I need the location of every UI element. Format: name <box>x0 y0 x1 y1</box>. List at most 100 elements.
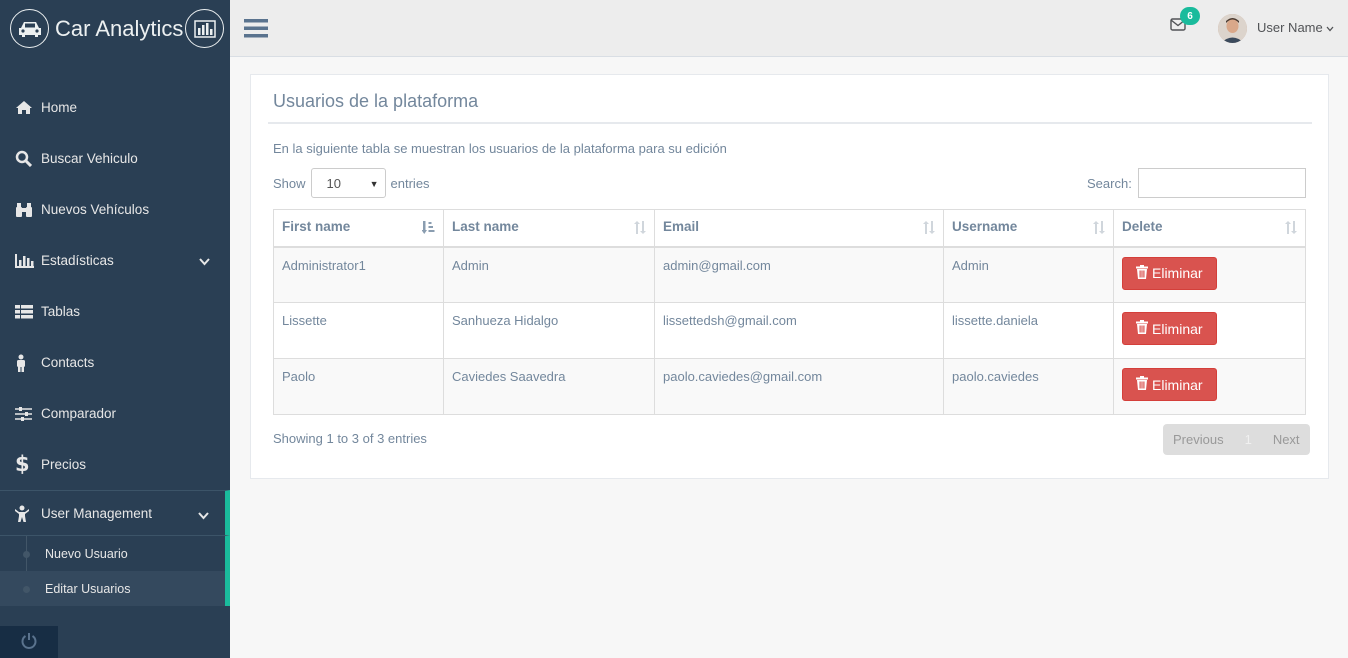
column-label: Username <box>952 219 1018 234</box>
submenu-item-label: Editar Usuarios <box>45 581 131 596</box>
top-nav: 6 User Name <box>230 0 1348 57</box>
cell-delete: Eliminar <box>1113 302 1306 359</box>
trash-icon <box>1136 376 1148 393</box>
cell-delete: Eliminar <box>1113 358 1306 415</box>
brand[interactable]: Car Analytics <box>0 0 230 57</box>
delete-button[interactable]: Eliminar <box>1122 312 1217 345</box>
page-length-control: Show 10 ▼ entries <box>273 168 430 198</box>
pagination: Previous 1 Next <box>1163 424 1310 455</box>
sidebar-item-nuevos-vehiculos[interactable]: Nuevos Vehículos <box>0 184 230 235</box>
users-panel: Usuarios de la plataforma En la siguient… <box>250 74 1329 479</box>
user-management-submenu: Nuevo Usuario Editar Usuarios <box>0 536 230 606</box>
submenu-item-editar-usuarios[interactable]: Editar Usuarios <box>0 571 225 606</box>
sidebar-item-home[interactable]: Home <box>0 82 230 133</box>
user-menu[interactable]: User Name <box>1257 20 1334 35</box>
sort-both-icon <box>634 221 646 237</box>
cell-first-name: Administrator1 <box>273 246 444 303</box>
sidebar-item-label: Home <box>41 100 78 115</box>
search-input[interactable] <box>1137 168 1306 198</box>
bar-chart-icon <box>185 9 225 48</box>
sidebar-item-tablas[interactable]: Tablas <box>0 286 230 337</box>
sidebar: Car Analytics Home Buscar Vehiculo Nuevo… <box>0 0 230 658</box>
logout-button[interactable] <box>0 626 58 658</box>
column-label: Last name <box>452 219 519 234</box>
cell-username: lissette.daniela <box>943 302 1114 359</box>
sidebar-item-buscar-vehiculo[interactable]: Buscar Vehiculo <box>0 133 230 184</box>
column-label: Email <box>663 219 700 234</box>
trash-icon <box>1136 320 1148 337</box>
cell-email: admin@gmail.com <box>654 246 944 303</box>
chevron-down-icon <box>1326 20 1334 35</box>
sort-both-icon <box>1093 221 1105 237</box>
chevron-down-icon <box>198 508 209 523</box>
page-length-select[interactable]: 10 ▼ <box>310 168 386 198</box>
child-icon <box>15 505 35 522</box>
sidebar-item-label: Nuevos Vehículos <box>41 202 150 217</box>
divider <box>268 122 1312 124</box>
sidebar-item-label: Comparador <box>41 406 117 421</box>
submenu-item-label: Nuevo Usuario <box>45 546 128 561</box>
cell-email: lissettedsh@gmail.com <box>654 302 944 359</box>
trash-icon <box>1136 264 1148 282</box>
power-icon <box>20 632 38 653</box>
sidebar-item-contacts[interactable]: Contacts <box>0 337 230 388</box>
sidebar-item-label: User Management <box>41 505 153 521</box>
table-row: Paolo Caviedes Saavedra paolo.caviedes@g… <box>273 358 1306 415</box>
bar-chart-icon <box>15 253 35 268</box>
sort-asc-icon <box>421 221 435 237</box>
delete-button[interactable]: Eliminar <box>1122 368 1217 401</box>
sidebar-item-label: Tablas <box>41 304 81 319</box>
table-header-row: First name Last name Email Username Dele… <box>273 209 1306 248</box>
dollar-icon: $ <box>15 452 30 476</box>
delete-button[interactable]: Eliminar <box>1122 256 1217 290</box>
previous-button[interactable]: Previous <box>1163 424 1234 455</box>
column-label: Delete <box>1122 219 1163 234</box>
page-1-button[interactable]: 1 <box>1234 424 1263 455</box>
next-button[interactable]: Next <box>1263 424 1310 455</box>
avatar[interactable] <box>1218 14 1247 43</box>
entries-label: entries <box>390 175 430 191</box>
bullet <box>23 551 30 558</box>
menu-toggle-icon[interactable] <box>244 18 268 41</box>
search-label: Search: <box>1087 175 1132 191</box>
car-icon <box>10 9 49 48</box>
sidebar-item-label: Estadísticas <box>41 253 114 268</box>
cell-email: paolo.caviedes@gmail.com <box>654 358 944 415</box>
sort-both-icon <box>923 221 935 237</box>
users-table: First name Last name Email Username Dele… <box>273 209 1306 415</box>
show-label: Show <box>273 175 306 191</box>
sidebar-item-precios[interactable]: $ Precios <box>0 439 230 490</box>
table-row: Lissette Sanhueza Hidalgo lissettedsh@gm… <box>273 302 1306 359</box>
column-header-last-name[interactable]: Last name <box>443 209 655 248</box>
column-header-email[interactable]: Email <box>654 209 944 248</box>
column-header-first-name[interactable]: First name <box>273 209 444 248</box>
sliders-icon <box>15 406 35 421</box>
column-header-delete[interactable]: Delete <box>1113 209 1306 248</box>
column-header-username[interactable]: Username <box>943 209 1114 248</box>
sidebar-item-comparador[interactable]: Comparador <box>0 388 230 439</box>
delete-label: Eliminar <box>1152 320 1203 337</box>
cell-username: paolo.caviedes <box>943 358 1114 415</box>
table-info: Showing 1 to 3 of 3 entries <box>273 431 427 446</box>
submenu-item-nuevo-usuario[interactable]: Nuevo Usuario <box>0 536 225 571</box>
cell-last-name: Admin <box>443 246 655 303</box>
sidebar-item-label: Buscar Vehiculo <box>41 151 138 166</box>
column-label: First name <box>282 219 351 234</box>
bullet <box>23 586 30 593</box>
brand-title: Car Analytics <box>55 15 184 41</box>
side-menu: Home Buscar Vehiculo Nuevos Vehículos Es… <box>0 82 230 606</box>
panel-title: Usuarios de la plataforma <box>273 91 479 111</box>
sidebar-item-user-management[interactable]: User Management <box>0 490 230 536</box>
cell-username: Admin <box>943 246 1114 303</box>
sort-both-icon <box>1285 221 1297 237</box>
cell-first-name: Paolo <box>273 358 444 415</box>
person-icon <box>15 354 35 372</box>
delete-label: Eliminar <box>1152 265 1203 281</box>
panel-description: En la siguiente tabla se muestran los us… <box>273 141 727 156</box>
binoculars-icon <box>15 202 35 218</box>
delete-label: Eliminar <box>1152 376 1203 393</box>
sidebar-item-estadisticas[interactable]: Estadísticas <box>0 235 230 286</box>
table-row: Administrator1 Admin admin@gmail.com Adm… <box>273 246 1306 303</box>
cell-last-name: Caviedes Saavedra <box>443 358 655 415</box>
notification-badge: 6 <box>1180 7 1200 25</box>
